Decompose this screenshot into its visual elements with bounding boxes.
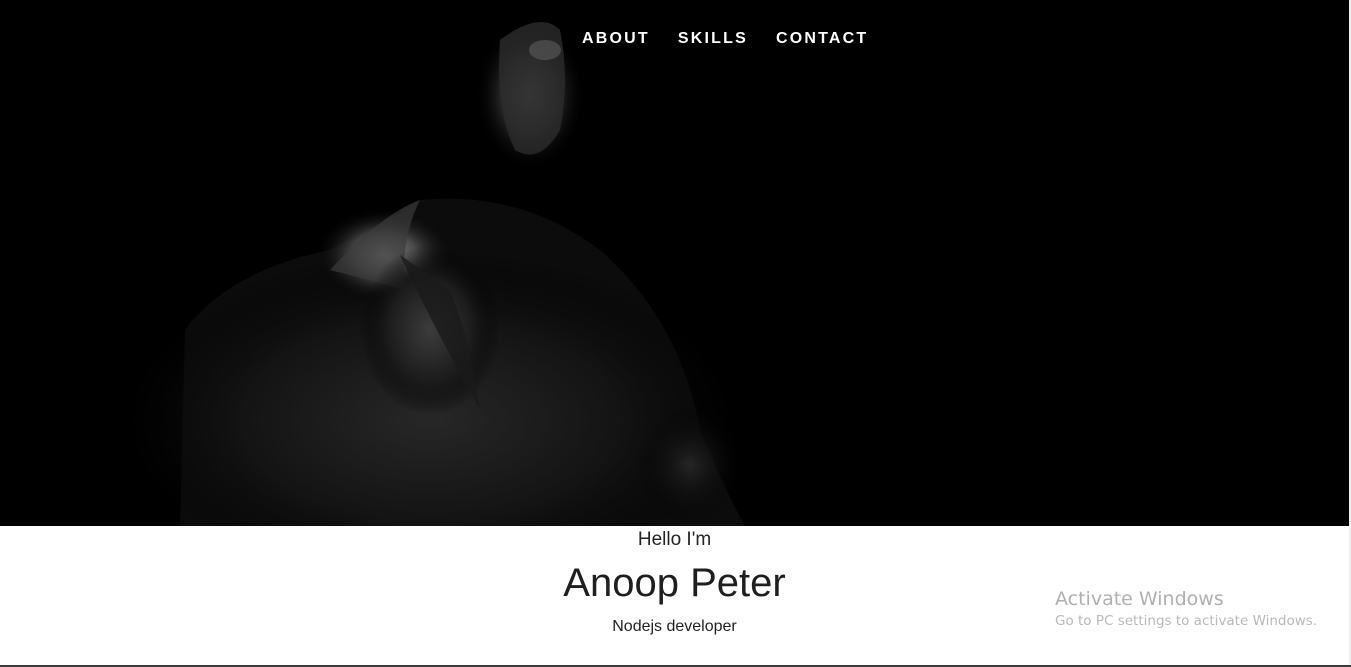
nav-item-contact[interactable]: CONTACT (762, 28, 882, 50)
page: ABOUT SKILLS CONTACT Hello I'm Anoop Pet… (0, 0, 1351, 667)
nav-item-about[interactable]: ABOUT (568, 28, 664, 50)
hero-section: ABOUT SKILLS CONTACT (0, 0, 1349, 526)
hero-portrait-image (0, 0, 1349, 526)
watermark-subtitle: Go to PC settings to activate Windows. (1055, 613, 1318, 629)
activate-windows-watermark: Activate Windows Go to PC settings to ac… (1055, 587, 1317, 630)
nav-item-skills[interactable]: SKILLS (664, 28, 762, 50)
main-nav: ABOUT SKILLS CONTACT (568, 28, 882, 50)
greeting-text: Hello I'm (637, 529, 712, 550)
watermark-title: Activate Windows (1055, 588, 1224, 610)
